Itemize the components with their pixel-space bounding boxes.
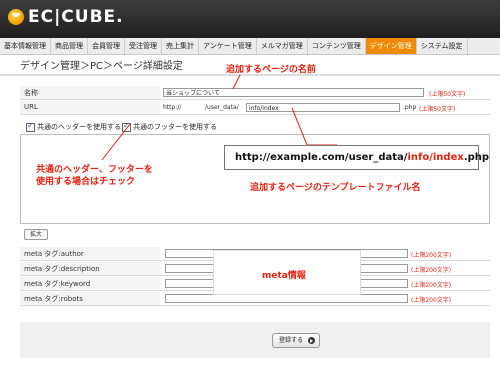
checkbox-leader-line bbox=[101, 123, 131, 161]
page-name-annotation: 追加するページの名前 bbox=[226, 65, 316, 75]
url-example-callout: http://example.com/user_data/info/index.… bbox=[224, 145, 489, 170]
page-name-leader-line bbox=[232, 74, 241, 90]
template-filename-annotation: 追加するページのテンプレートファイル名 bbox=[250, 183, 421, 193]
url-example-suffix: .php bbox=[463, 152, 490, 163]
url-example-highlight: info/index bbox=[407, 152, 464, 163]
url-leader-line bbox=[291, 107, 337, 146]
url-example-prefix: http://example.com/user_data/ bbox=[235, 152, 408, 163]
checkbox-annotation-line2: 使用する場合はチェック bbox=[36, 177, 136, 187]
